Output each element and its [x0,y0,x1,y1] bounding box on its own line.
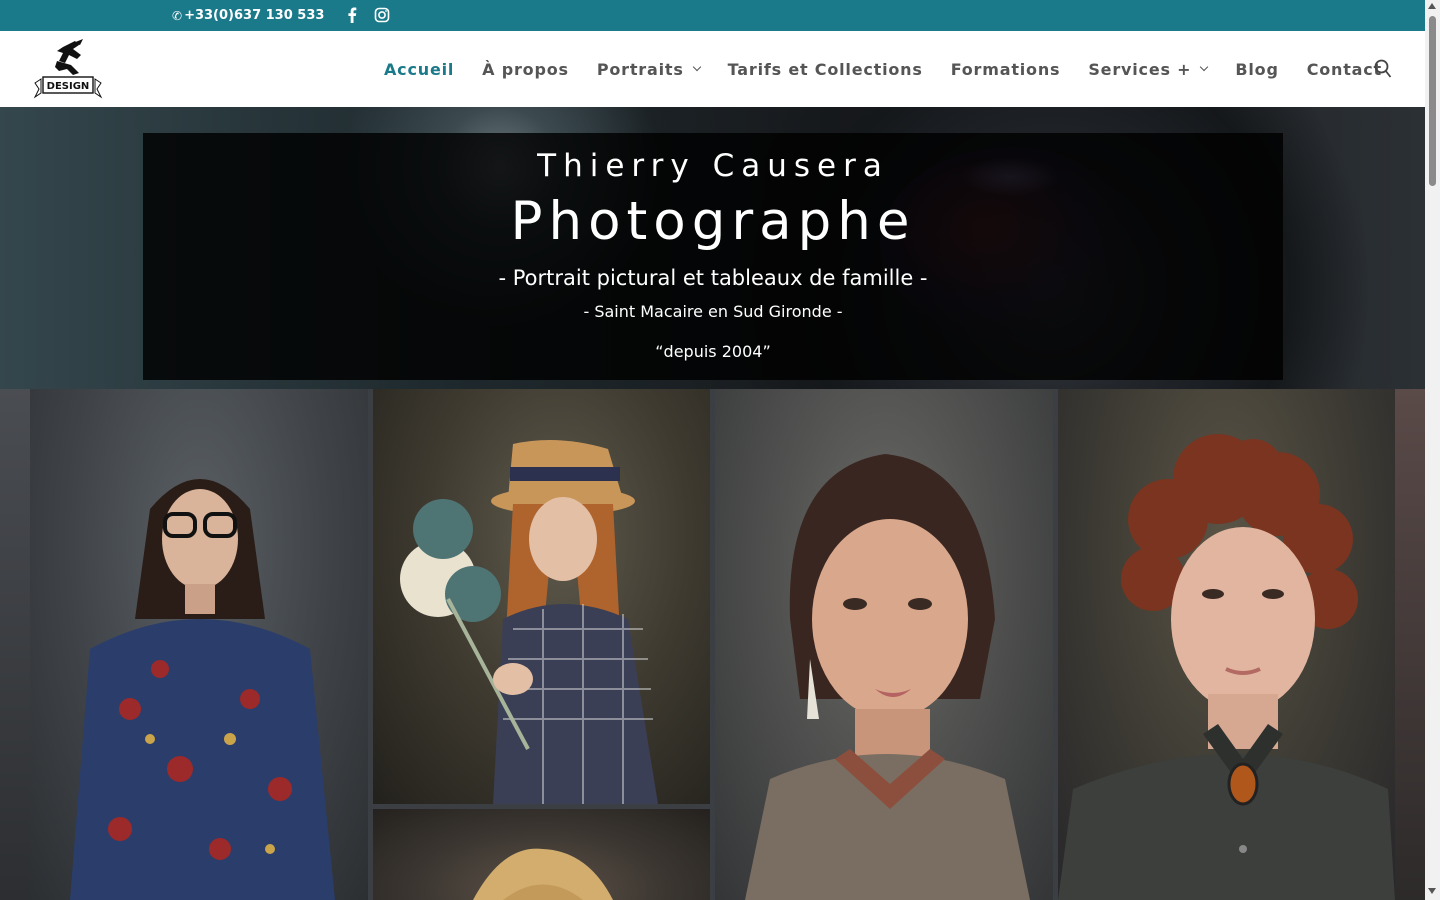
nav-label: Services + [1088,59,1192,79]
chevron-down-icon [692,62,701,72]
nav-services[interactable]: Services + [1088,59,1209,79]
nav-label: Blog [1235,59,1279,79]
site-header: DESIGN Accueil À propos Portraits Tarifs… [0,31,1425,107]
hero-location: - Saint Macaire en Sud Gironde - [583,302,843,321]
photographer-name: Thierry Causera [537,148,889,184]
portrait-gallery [0,389,1425,900]
phone-number: +33(0)637 130 533 [184,8,325,23]
chevron-down-icon [1200,62,1209,72]
search-icon[interactable] [1374,59,1392,79]
phone-icon: ✆ [172,8,183,23]
hero-subtitle: - Portrait pictural et tableaux de famil… [498,266,928,290]
site-logo[interactable]: DESIGN [33,39,103,101]
nav-portraits[interactable]: Portraits [596,59,701,79]
hero-section: Thierry Causera Photographe - Portrait p… [0,107,1425,389]
nav-formations[interactable]: Formations [951,60,1061,79]
hero-since: “depuis 2004” [655,342,771,361]
nav-accueil[interactable]: Accueil [384,60,454,79]
phone-contact[interactable]: ✆ +33(0)637 130 533 [172,8,324,23]
nav-a-propos[interactable]: À propos [482,60,569,79]
nav-contact[interactable]: Contact [1307,60,1382,79]
portrait-girl-hat-flowers[interactable] [373,389,710,804]
nav-label: Contact [1306,59,1383,79]
portrait-woman-glasses[interactable] [30,389,368,900]
page-scrollbar[interactable] [1425,0,1440,900]
gallery-edge-left [0,389,30,900]
nav-label: Tarifs et Collections [727,59,923,79]
main-nav: Accueil À propos Portraits Tarifs et Col… [384,31,1410,107]
top-bar: ✆ +33(0)637 130 533 [0,0,1425,31]
portrait-woman-earring[interactable] [715,389,1053,900]
portrait-blonde-partial[interactable] [373,809,710,900]
scroll-thumb[interactable] [1429,16,1436,186]
hero-title: Photographe [510,191,916,252]
instagram-icon[interactable] [373,6,391,24]
portrait-curly-hair-man[interactable] [1058,389,1395,900]
nav-blog[interactable]: Blog [1235,60,1278,79]
hero-text-box: Thierry Causera Photographe - Portrait p… [143,133,1283,380]
facebook-icon[interactable] [343,6,361,24]
nav-tarifs[interactable]: Tarifs et Collections [728,60,923,79]
nav-label: Formations [950,59,1061,79]
logo-text: DESIGN [47,81,90,92]
gallery-edge-right [1395,389,1425,900]
scroll-down-arrow[interactable] [1428,888,1436,894]
nav-label: Accueil [384,59,455,79]
nav-label: À propos [482,59,569,79]
nav-label: Portraits [596,59,684,79]
scroll-up-arrow[interactable] [1428,3,1436,9]
